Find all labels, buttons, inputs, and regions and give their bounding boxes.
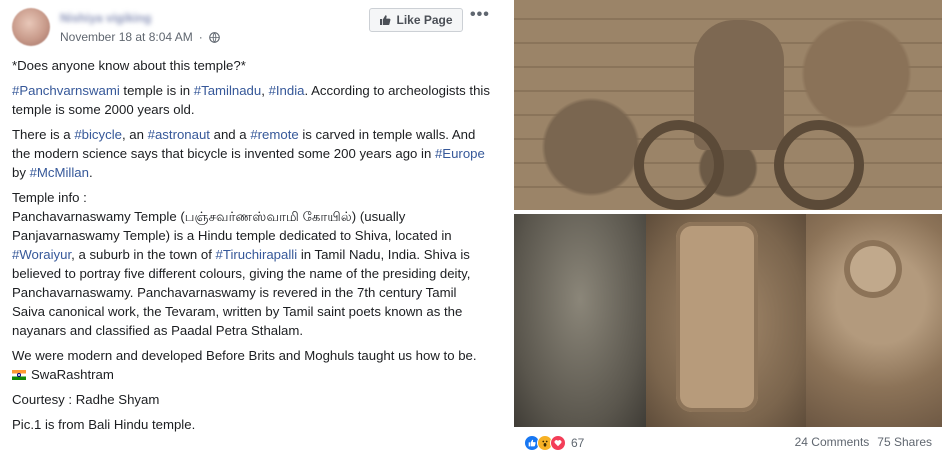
hashtag-link[interactable]: #Panchvarnswami bbox=[12, 83, 120, 98]
thumbs-up-icon bbox=[380, 15, 391, 25]
hashtag-link[interactable]: #Woraiyur bbox=[12, 247, 71, 262]
reaction-count: 67 bbox=[571, 436, 585, 450]
carving-astronaut-closeup bbox=[806, 214, 942, 427]
post-paragraph-3: Temple info : Panchavarnaswamy Temple (ப… bbox=[12, 188, 490, 340]
hashtag-link[interactable]: #Tiruchirapalli bbox=[216, 247, 298, 262]
avatar[interactable] bbox=[12, 8, 50, 46]
carving-bicycle-closeup bbox=[514, 214, 646, 427]
more-options-button[interactable]: ••• bbox=[470, 6, 490, 24]
like-page-label: Like Page bbox=[396, 13, 453, 27]
temple-info-heading: Temple info : bbox=[12, 190, 87, 205]
post-photo-2[interactable] bbox=[514, 214, 942, 427]
carved-remote-shape bbox=[676, 222, 758, 412]
post-paragraph-1: #Panchvarnswami temple is in #Tamilnadu,… bbox=[12, 81, 490, 119]
post-timestamp[interactable]: November 18 at 8:04 AM bbox=[60, 30, 193, 44]
hashtag-link[interactable]: #astronaut bbox=[148, 127, 210, 142]
post-paragraph-2: There is a #bicycle, an #astronaut and a… bbox=[12, 125, 490, 182]
signature: SwaRashtram bbox=[31, 367, 114, 382]
text: , a suburb in the town of bbox=[71, 247, 216, 262]
text: Panchavarnaswamy Temple (பஞ்சவர்ணஸ்வாமி … bbox=[12, 209, 452, 243]
post-photo-1[interactable] bbox=[514, 0, 942, 210]
hashtag-link[interactable]: #Tamilnadu bbox=[194, 83, 261, 98]
post-question: *Does anyone know about this temple?* bbox=[12, 58, 246, 73]
text: temple is in bbox=[119, 83, 194, 98]
hashtag-link[interactable]: #bicycle bbox=[74, 127, 122, 142]
globe-icon bbox=[208, 31, 220, 43]
text: There is a bbox=[12, 127, 75, 142]
facebook-post: Nishiya vigiking November 18 at 8:04 AM … bbox=[0, 0, 512, 455]
like-page-button[interactable]: Like Page bbox=[369, 8, 463, 32]
text: and a bbox=[209, 127, 251, 142]
india-flag-icon bbox=[12, 370, 26, 380]
hashtag-link[interactable]: #Europe bbox=[435, 146, 485, 161]
post-meta: November 18 at 8:04 AM · bbox=[60, 30, 220, 44]
text: , an bbox=[121, 127, 148, 142]
text: by bbox=[12, 165, 30, 180]
post-footer: 67 24 Comments 75 Shares bbox=[514, 427, 942, 455]
post-courtesy: Courtesy : Radhe Shyam bbox=[12, 392, 160, 407]
text: . bbox=[88, 165, 93, 180]
hashtag-link[interactable]: #India bbox=[269, 83, 305, 98]
meta-separator: · bbox=[198, 30, 203, 44]
shares-count-link[interactable]: 75 Shares bbox=[877, 435, 932, 449]
carved-helmet-shape bbox=[844, 240, 902, 298]
text: We were modern and developed Before Brit… bbox=[12, 348, 477, 363]
carving-remote-closeup bbox=[646, 214, 806, 427]
hashtag-link[interactable]: #remote bbox=[250, 127, 298, 142]
post-paragraph-4: We were modern and developed Before Brit… bbox=[12, 346, 490, 384]
carved-wheel bbox=[774, 120, 864, 210]
hashtag-link[interactable]: #McMillan bbox=[30, 165, 89, 180]
post-pic-note: Pic.1 is from Bali Hindu temple. bbox=[12, 417, 196, 432]
love-reaction-icon bbox=[550, 435, 566, 451]
text: , bbox=[261, 83, 269, 98]
engagement-counts: 24 Comments 75 Shares bbox=[795, 435, 932, 449]
comments-count-link[interactable]: 24 Comments bbox=[795, 435, 870, 449]
reactions-summary[interactable]: 67 bbox=[524, 435, 584, 451]
post-text: *Does anyone know about this temple?* #P… bbox=[12, 56, 490, 440]
author-name[interactable]: Nishiya vigiking bbox=[60, 11, 151, 25]
carved-wheel bbox=[634, 120, 724, 210]
